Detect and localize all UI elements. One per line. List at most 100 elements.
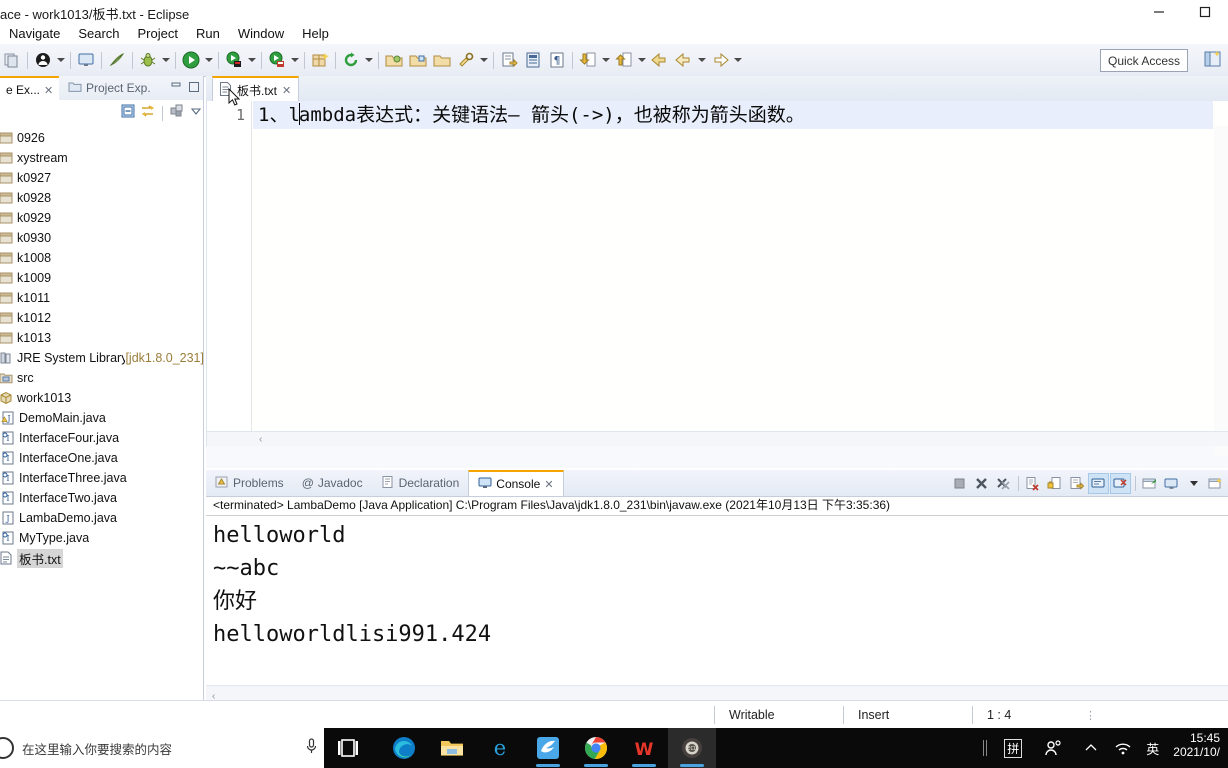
tab-console[interactable]: Console ✕: [468, 470, 564, 496]
chevron-down-icon[interactable]: [188, 103, 204, 124]
show-console-on-output-icon[interactable]: [1088, 472, 1109, 494]
bird-app-icon[interactable]: [524, 728, 572, 768]
microphone-icon[interactable]: [298, 738, 324, 758]
tree-row[interactable]: ›IInterfaceThree.java: [0, 468, 204, 488]
tab-project-explorer[interactable]: Project Exp.: [62, 76, 157, 100]
eclipse-icon[interactable]: ECL: [668, 728, 716, 768]
clear-console-icon[interactable]: [1022, 473, 1043, 494]
microsoft-edge-icon[interactable]: [380, 728, 428, 768]
previous-annotation-icon[interactable]: [612, 47, 636, 73]
open-perspective-icon[interactable]: [1202, 49, 1226, 71]
show-whitespace-icon[interactable]: ¶: [545, 47, 569, 73]
tree-row[interactable]: k1011: [0, 288, 204, 308]
tab-javadoc[interactable]: @ Javadoc: [293, 470, 372, 496]
back-dropdown-icon[interactable]: [696, 47, 708, 73]
run-last-tool-icon[interactable]: [265, 47, 289, 73]
scroll-left-icon[interactable]: ‹: [207, 434, 262, 445]
tree-row[interactable]: k0929: [0, 208, 204, 228]
google-chrome-icon[interactable]: [572, 728, 620, 768]
skip-breakpoints-icon[interactable]: [105, 47, 129, 73]
search-dropdown-icon[interactable]: [478, 47, 490, 73]
view-menu-icon[interactable]: [168, 102, 186, 125]
new-java-class-icon[interactable]: [31, 47, 55, 73]
editor-vertical-scrollbar[interactable]: [1214, 126, 1228, 456]
next-edit-location-icon[interactable]: [497, 47, 521, 73]
menu-project[interactable]: Project: [129, 24, 187, 43]
tree-row[interactable]: 0926: [0, 128, 204, 148]
panel-divider[interactable]: [203, 76, 204, 700]
tree-row[interactable]: ›JLambaDemo.java: [0, 508, 204, 528]
menu-search[interactable]: Search: [69, 24, 128, 43]
file-explorer-icon[interactable]: [428, 728, 476, 768]
next-annotation-icon[interactable]: [576, 47, 600, 73]
remove-all-terminated-icon[interactable]: [993, 473, 1014, 494]
tree-row[interactable]: src: [0, 368, 204, 388]
search-icon[interactable]: [454, 47, 478, 73]
show-console-on-error-icon[interactable]: [1110, 472, 1131, 494]
pin-console-icon[interactable]: [1139, 473, 1160, 494]
editor-tab-banshu-txt[interactable]: 板书.txt ✕: [212, 76, 300, 103]
network-icon[interactable]: [1106, 728, 1140, 768]
console-view-icon[interactable]: [74, 47, 98, 73]
display-selected-console-icon[interactable]: [1161, 473, 1182, 494]
collapse-all-icon[interactable]: [119, 102, 137, 125]
maximize-view-icon[interactable]: [188, 80, 200, 98]
tree-row[interactable]: k1012: [0, 308, 204, 328]
ime-indicator[interactable]: 拼: [996, 728, 1030, 768]
language-indicator[interactable]: 英: [1140, 728, 1165, 768]
open-console-icon[interactable]: [1205, 473, 1226, 494]
task-view-icon[interactable]: [324, 728, 372, 768]
people-icon[interactable]: [1030, 728, 1076, 768]
tree-row[interactable]: ›IInterfaceOne.java: [0, 448, 204, 468]
next-annotation-dropdown-icon[interactable]: [600, 47, 612, 73]
run-dropdown-icon[interactable]: [203, 47, 215, 73]
tree-row[interactable]: k1013: [0, 328, 204, 348]
debug-dropdown-icon[interactable]: [160, 47, 172, 73]
editor-text-area[interactable]: 1、lambda表达式：关键语法— 箭头(->)，也被称为箭头函数。: [253, 101, 1213, 446]
word-wrap-icon[interactable]: [1066, 473, 1087, 494]
close-icon[interactable]: ✕: [44, 84, 53, 97]
back-icon[interactable]: [648, 47, 672, 73]
wps-office-icon[interactable]: W: [620, 728, 668, 768]
tree-row[interactable]: k0927: [0, 168, 204, 188]
open-task-icon[interactable]: [406, 47, 430, 73]
quick-access-field[interactable]: Quick Access: [1100, 49, 1188, 72]
internet-explorer-icon[interactable]: e: [476, 728, 524, 768]
open-type-icon[interactable]: [382, 47, 406, 73]
debug-icon[interactable]: [136, 47, 160, 73]
menu-window[interactable]: Window: [229, 24, 293, 43]
tree-row[interactable]: ›JDemoMain.java: [0, 408, 204, 428]
tree-row[interactable]: k1008: [0, 248, 204, 268]
previous-annotation-dropdown-icon[interactable]: [636, 47, 648, 73]
toggle-block-selection-icon[interactable]: [521, 47, 545, 73]
run-icon[interactable]: [179, 47, 203, 73]
editor-body[interactable]: 1 1、lambda表达式：关键语法— 箭头(->)，也被称为箭头函数。 ‹: [206, 101, 1228, 456]
console-output[interactable]: helloworld ~~abc 你好 helloworldlisi991.42…: [206, 516, 1228, 684]
terminate-icon[interactable]: [949, 473, 970, 494]
tree-row[interactable]: ›IMyType.java: [0, 528, 204, 548]
taskbar-clock[interactable]: 15:45 2021/10/: [1165, 726, 1228, 768]
run-external-tools-icon[interactable]: [222, 47, 246, 73]
tab-declaration[interactable]: Declaration: [372, 470, 469, 496]
tree-row[interactable]: JRE System Library [jdk1.8.0_231]: [0, 348, 204, 368]
editor-line-1[interactable]: 1、lambda表达式：关键语法— 箭头(->)，也被称为箭头函数。: [253, 101, 1213, 129]
minimize-view-icon[interactable]: [170, 80, 182, 98]
refresh-icon[interactable]: [339, 47, 363, 73]
open-resource-icon[interactable]: [430, 47, 454, 73]
chevron-down-icon[interactable]: [1183, 473, 1204, 494]
tab-package-explorer[interactable]: e Ex... ✕: [0, 76, 60, 102]
console-horizontal-scrollbar[interactable]: ‹: [206, 685, 1228, 702]
tree-row[interactable]: xystream: [0, 148, 204, 168]
tree-row[interactable]: ›IInterfaceFour.java: [0, 428, 204, 448]
project-tree[interactable]: 0926 xystream k0927 k0928 k0929 k0930 k1008 k10…: [0, 128, 204, 698]
taskbar-search-box[interactable]: 在这里输入你要搜索的内容: [0, 728, 324, 768]
menu-help[interactable]: Help: [293, 24, 338, 43]
link-with-editor-icon[interactable]: [139, 102, 157, 125]
back-history-icon[interactable]: [672, 47, 696, 73]
forward-dropdown-icon[interactable]: [732, 47, 744, 73]
tree-row[interactable]: k0928: [0, 188, 204, 208]
save-all-icon[interactable]: [0, 47, 24, 73]
tree-row[interactable]: k0930: [0, 228, 204, 248]
menu-run[interactable]: Run: [187, 24, 229, 43]
remove-launch-icon[interactable]: [971, 473, 992, 494]
